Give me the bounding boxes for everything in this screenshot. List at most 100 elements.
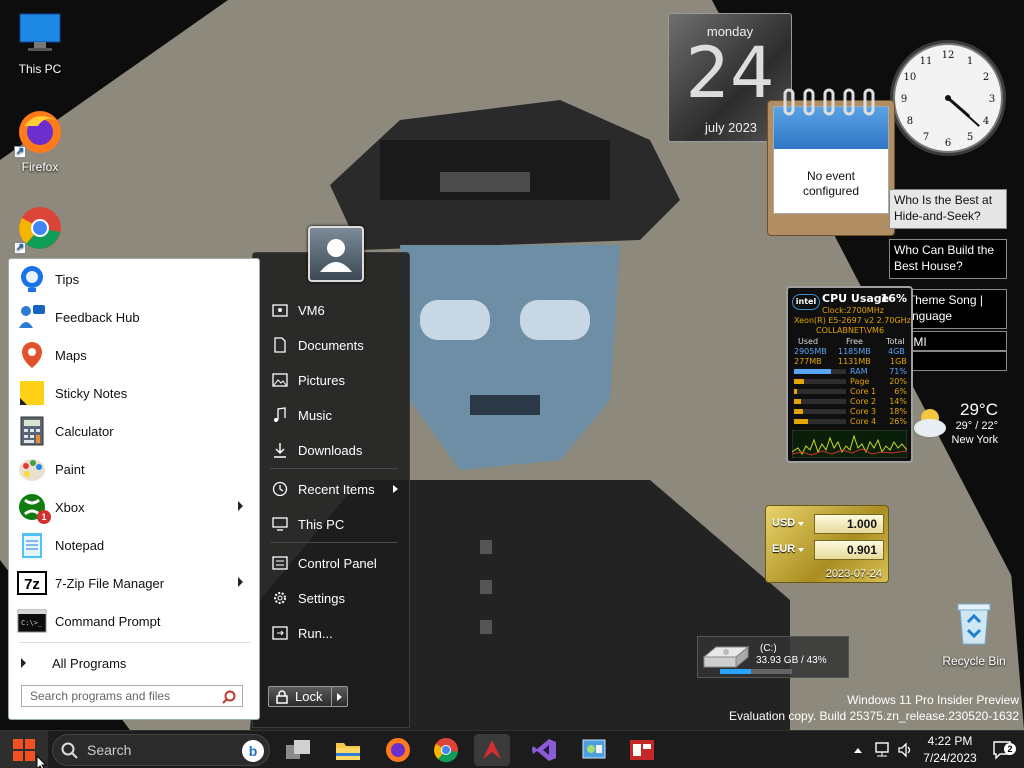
- taskbar-search[interactable]: Search b: [52, 734, 270, 766]
- notification-center-button[interactable]: 2: [990, 731, 1016, 768]
- start-menu: Tips Feedback Hub Maps Sticky Notes Calculat…: [0, 226, 410, 728]
- cpu-meter-label: Page: [850, 377, 870, 386]
- start-menu-item-maps[interactable]: Maps: [13, 337, 253, 373]
- desktop-icon-recycle-bin[interactable]: Recycle Bin: [938, 600, 1010, 668]
- start-menu-item-command-prompt[interactable]: C:\>_ Command Prompt: [13, 603, 253, 639]
- start-menu-place-documents[interactable]: Documents: [266, 331, 402, 359]
- start-menu-place-settings[interactable]: Settings: [266, 584, 402, 612]
- show-hidden-icons-button[interactable]: [850, 731, 866, 768]
- cpu-usage-percent: 16%: [880, 292, 907, 305]
- all-programs-label: All Programs: [52, 655, 127, 671]
- lock-button[interactable]: Lock: [268, 686, 332, 707]
- cpu-meter-label: RAM: [850, 367, 868, 376]
- user-folder-icon: [270, 300, 290, 320]
- notes-text-line2: configured: [802, 184, 860, 198]
- command-prompt-icon: C:\>_: [17, 606, 47, 636]
- start-menu-place-downloads[interactable]: Downloads: [266, 436, 402, 464]
- visual-studio-taskbar-button[interactable]: [526, 734, 562, 766]
- gear-icon: [270, 588, 290, 608]
- weather-city: New York: [951, 434, 998, 446]
- start-menu-item-sticky-notes[interactable]: Sticky Notes: [13, 375, 253, 411]
- user-icon: [320, 239, 352, 272]
- network-tray-button[interactable]: [872, 731, 892, 768]
- taskbar-clock[interactable]: 4:22 PM 7/24/2023: [918, 733, 982, 767]
- divider: [270, 542, 398, 543]
- clock-numeral: 1: [967, 56, 973, 67]
- start-menu-place-recent-items[interactable]: Recent Items: [266, 475, 402, 503]
- cpu-meter-bar: [794, 419, 846, 424]
- calendar-month: july 2023: [705, 120, 758, 135]
- mem-value: 4GB: [888, 347, 905, 356]
- currency-gadget[interactable]: USD 1.000 EUR 0.901 2023-07-24: [765, 505, 889, 583]
- firefox-taskbar-button[interactable]: [380, 734, 416, 766]
- start-menu-place-label: Run...: [298, 625, 333, 641]
- power-options-arrow[interactable]: [332, 686, 348, 707]
- currency-code[interactable]: USD: [772, 517, 805, 529]
- cpu-meter-gadget[interactable]: intel CPU Usage 16% Clock:2700MHz Xeon(R…: [786, 286, 913, 463]
- currency-row[interactable]: USD 1.000: [772, 514, 884, 534]
- svg-text:C:\>_: C:\>_: [21, 619, 43, 627]
- weather-gadget[interactable]: 29°C 29° / 22° New York: [908, 394, 1008, 452]
- lock-icon: [276, 689, 288, 704]
- control-panel-icon: [582, 739, 606, 759]
- cpu-meter-bar: [794, 389, 846, 394]
- picture-icon: [270, 370, 290, 390]
- weather-range: 29° / 22°: [955, 420, 998, 432]
- notes-gadget[interactable]: No event configured: [767, 88, 895, 236]
- user-avatar[interactable]: [308, 226, 364, 282]
- start-search-input[interactable]: [30, 689, 215, 703]
- file-explorer-button[interactable]: [330, 734, 366, 766]
- taskbar-search-label: Search: [87, 742, 132, 758]
- lock-label: Lock: [295, 689, 323, 704]
- cpu-history-graph: [792, 430, 907, 458]
- start-menu-place-pictures[interactable]: Pictures: [266, 366, 402, 394]
- control-panel-taskbar-button[interactable]: [576, 734, 612, 766]
- desktop-icon-this-pc[interactable]: This PC: [0, 10, 80, 76]
- desktop-icon-chrome[interactable]: ↗: [0, 204, 80, 256]
- weather-temperature: 29°C: [960, 400, 998, 419]
- start-menu-place-run[interactable]: Run...: [266, 619, 402, 647]
- start-search-box[interactable]: [21, 685, 243, 707]
- clock-numeral: 4: [983, 116, 989, 127]
- start-menu-place-control-panel[interactable]: Control Panel: [266, 549, 402, 577]
- desktop-icon-firefox[interactable]: ↗ Firefox: [0, 108, 80, 174]
- clock-numeral: 3: [989, 94, 995, 105]
- all-programs-button[interactable]: All Programs: [13, 651, 253, 675]
- volume-tray-button[interactable]: [896, 731, 916, 768]
- start-menu-item-paint[interactable]: Paint: [13, 451, 253, 487]
- currency-row[interactable]: EUR 0.901: [772, 540, 884, 560]
- drive-meter-gadget[interactable]: (C:) 33.93 GB / 43%: [697, 636, 849, 678]
- start-menu-place-label: VM6: [298, 302, 325, 318]
- cpu-meter-value: 14%: [889, 397, 907, 406]
- red-app-taskbar-button[interactable]: [474, 734, 510, 766]
- start-menu-item-label: Paint: [55, 461, 85, 477]
- start-menu-place-vm6[interactable]: VM6: [266, 296, 402, 324]
- analog-clock-face: 123456789101112: [890, 40, 1006, 156]
- currency-value[interactable]: 0.901: [814, 540, 884, 560]
- media-app-taskbar-button[interactable]: [624, 734, 660, 766]
- start-menu-item-tips[interactable]: Tips: [13, 261, 253, 297]
- mem-value: 2905MB: [794, 347, 827, 356]
- start-menu-place-music[interactable]: Music: [266, 401, 402, 429]
- start-menu-place-label: Downloads: [298, 442, 363, 458]
- clock-numeral: 9: [901, 94, 907, 105]
- chrome-taskbar-button[interactable]: [428, 734, 464, 766]
- mem-header: Free: [846, 337, 863, 346]
- start-menu-item-xbox[interactable]: 1 Xbox: [13, 489, 253, 525]
- task-view-button[interactable]: [280, 734, 316, 766]
- start-menu-place-this-pc[interactable]: This PC: [266, 510, 402, 538]
- cpu-meter-bar: [794, 369, 846, 374]
- start-menu-item-feedback-hub[interactable]: Feedback Hub: [13, 299, 253, 335]
- clock-gadget[interactable]: 1 2 3 4 5 6 7 8 9 10 11 12: [887, 37, 1009, 159]
- start-menu-place-label: Recent Items: [298, 481, 375, 497]
- cpu-meter-value: 71%: [889, 367, 907, 376]
- start-menu-item-7-zip-file-manager[interactable]: 7z 7-Zip File Manager: [13, 565, 253, 601]
- news-item[interactable]: Who Can Build the Best House?: [889, 239, 1007, 279]
- currency-value[interactable]: 1.000: [814, 514, 884, 534]
- news-item[interactable]: Who Is the Best at Hide-and-Seek?: [889, 189, 1007, 229]
- bing-icon[interactable]: b: [241, 739, 265, 763]
- start-menu-item-calculator[interactable]: Calculator: [13, 413, 253, 449]
- start-menu-item-notepad[interactable]: Notepad: [13, 527, 253, 563]
- currency-code[interactable]: EUR: [772, 543, 805, 555]
- clock-icon: [270, 479, 290, 499]
